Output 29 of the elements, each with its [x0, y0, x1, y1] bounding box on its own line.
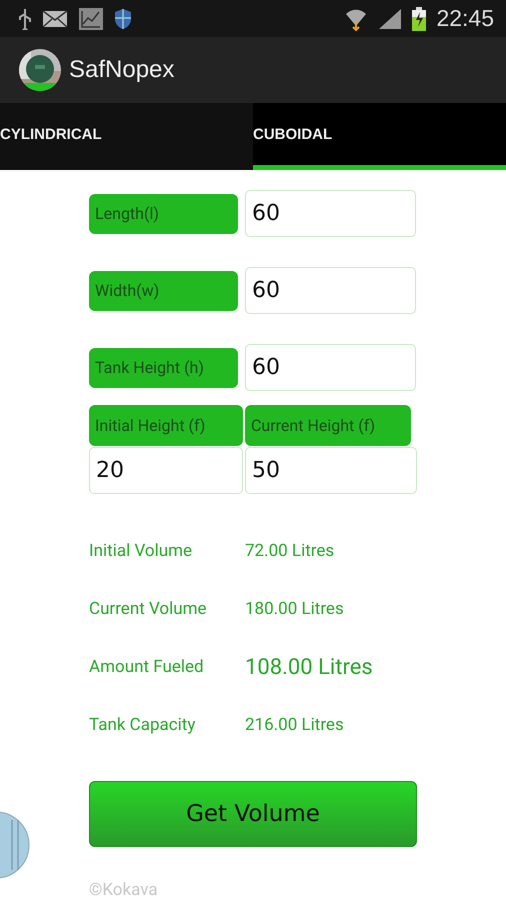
result-value: 72.00 Litres — [245, 541, 334, 561]
result-label: Amount Fueled — [89, 657, 205, 677]
result-value: 108.00 Litres — [245, 654, 373, 680]
result-label: Current Volume — [89, 599, 208, 619]
field-label: Tank Height (h) — [89, 348, 238, 388]
result-label: Initial Volume — [89, 541, 194, 561]
get-volume-button[interactable]: Get Volume — [89, 781, 417, 847]
signal-icon — [378, 8, 402, 30]
input-field[interactable]: 50 — [245, 447, 417, 494]
result-value: 216.00 Litres — [245, 715, 344, 735]
tab[interactable]: CYLINDRICAL — [0, 103, 253, 170]
input-field[interactable]: 20 — [89, 447, 243, 494]
mail-icon — [42, 10, 68, 28]
tab[interactable]: CUBOIDAL — [253, 103, 506, 170]
input-field[interactable]: 60 — [245, 267, 416, 314]
result-value: 180.00 Litres — [245, 599, 344, 619]
input-field[interactable]: 60 — [245, 190, 416, 237]
chart-icon — [78, 6, 104, 30]
field-label: Current Height (f) — [245, 405, 411, 446]
field-label: Initial Height (f) — [89, 405, 243, 446]
result-label: Tank Capacity — [89, 715, 196, 735]
field-label: Length(l) — [89, 194, 238, 234]
field-label: Width(w) — [89, 270, 238, 310]
usb-icon — [18, 8, 32, 30]
battery-icon — [412, 6, 426, 30]
clock-time: 22:45 — [436, 5, 494, 32]
shield-icon — [114, 8, 132, 30]
input-field[interactable]: 60 — [245, 344, 416, 391]
app-title: SafNopex — [69, 56, 174, 84]
